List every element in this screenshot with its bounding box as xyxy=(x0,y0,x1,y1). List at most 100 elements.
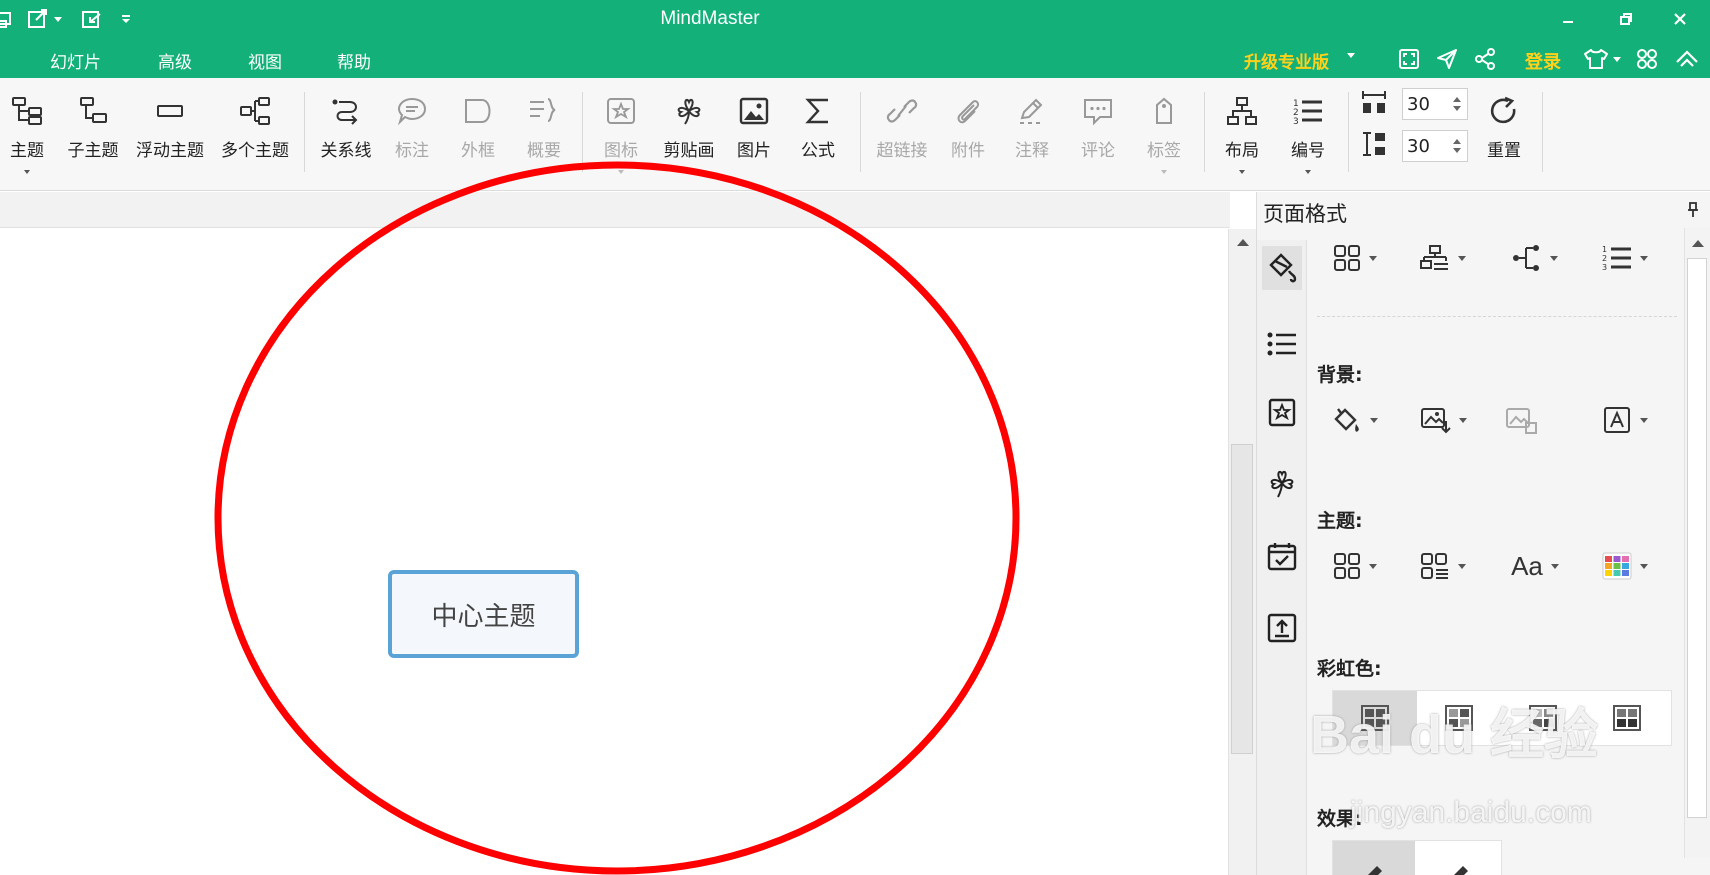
chevron-down-icon xyxy=(1161,170,1167,174)
multiple-topics-button[interactable]: 多个主题 xyxy=(214,86,296,182)
svg-text:3: 3 xyxy=(1293,117,1299,126)
scroll-up-icon[interactable] xyxy=(1237,239,1249,246)
chevron-down-icon xyxy=(1305,170,1311,174)
page-format-tab-icon[interactable] xyxy=(1262,246,1302,290)
horizontal-spacing-spinner[interactable] xyxy=(1402,88,1468,120)
note-button[interactable]: 注释 xyxy=(1002,86,1062,182)
mark-button[interactable]: 图标 xyxy=(590,86,652,182)
task-tab-icon[interactable] xyxy=(1262,534,1302,578)
reset-button[interactable]: 重置 xyxy=(1474,86,1534,182)
rainbow-option-1[interactable] xyxy=(1333,691,1417,745)
share-network-icon[interactable] xyxy=(1472,47,1498,71)
color-theme-button[interactable] xyxy=(1595,546,1655,586)
theme-list-icon xyxy=(1421,553,1448,579)
outline-list-tab-icon[interactable] xyxy=(1262,322,1302,366)
theme-shirt-icon[interactable] xyxy=(1582,47,1622,71)
close-icon[interactable] xyxy=(1660,5,1700,33)
numbering-button[interactable]: 123 编号 xyxy=(1278,86,1338,182)
effect-option-2[interactable] xyxy=(1419,841,1501,875)
canvas-vertical-scrollbar[interactable] xyxy=(1228,229,1256,875)
menu-slides[interactable]: 幻灯片 xyxy=(50,48,101,73)
spin-down-icon[interactable] xyxy=(1453,148,1461,153)
floating-topic-icon xyxy=(153,94,187,128)
remove-background-image-button[interactable] xyxy=(1491,400,1551,440)
font-button[interactable]: Aa xyxy=(1505,546,1565,586)
rainbow-option-3[interactable] xyxy=(1501,691,1585,745)
ribbon-separator xyxy=(1348,92,1349,172)
sigma-icon xyxy=(801,94,835,128)
clipart-button[interactable]: 剪贴画 xyxy=(656,86,722,182)
rainbow-color-options xyxy=(1332,690,1672,746)
menu-view[interactable]: 视图 xyxy=(248,48,282,73)
boundary-icon xyxy=(461,94,495,128)
spin-down-icon[interactable] xyxy=(1453,106,1461,111)
layout-grid-button[interactable] xyxy=(1325,238,1385,278)
menu-bar: 幻灯片 高级 视图 帮助 升级专业版 登录 xyxy=(0,38,1710,78)
theme-button[interactable] xyxy=(1325,546,1385,586)
central-topic[interactable]: 中心主题 xyxy=(388,570,579,658)
attachment-button[interactable]: 附件 xyxy=(938,86,998,182)
apps-icon[interactable] xyxy=(1634,47,1660,71)
watermark-button[interactable] xyxy=(1595,400,1655,440)
fullscreen-icon[interactable] xyxy=(1396,47,1422,71)
ribbon-separator xyxy=(860,92,861,172)
background-image-button[interactable] xyxy=(1413,400,1473,440)
theme-grid-icon xyxy=(1334,553,1360,579)
tag-button[interactable]: 标签 xyxy=(1134,86,1194,182)
spin-up-icon[interactable] xyxy=(1453,139,1461,144)
mark-tab-icon[interactable] xyxy=(1262,390,1302,434)
svg-text:2: 2 xyxy=(1602,254,1607,263)
vertical-spacing-input[interactable] xyxy=(1407,135,1447,157)
mindmap-canvas[interactable] xyxy=(0,229,1228,875)
boundary-button[interactable]: 外框 xyxy=(448,86,508,182)
collapse-ribbon-icon[interactable] xyxy=(1674,47,1700,71)
hyperlink-button[interactable]: 超链接 xyxy=(866,86,938,182)
clipart-tab-icon[interactable] xyxy=(1262,462,1302,506)
numbered-list-icon: 123 xyxy=(1291,94,1325,128)
callout-button[interactable]: 标注 xyxy=(382,86,442,182)
scroll-up-icon[interactable] xyxy=(1692,240,1704,247)
spin-up-icon[interactable] xyxy=(1453,97,1461,102)
reset-icon xyxy=(1487,94,1521,128)
vertical-spacing-spinner[interactable] xyxy=(1402,130,1468,162)
relationship-button[interactable]: 关系线 xyxy=(312,86,380,182)
topic-button[interactable]: 主题 xyxy=(0,86,54,182)
login-link[interactable]: 登录 xyxy=(1525,48,1561,74)
chevron-down-icon[interactable] xyxy=(1347,53,1355,58)
theme-style-button[interactable] xyxy=(1413,546,1473,586)
multiple-topics-icon xyxy=(238,94,272,128)
minimize-icon[interactable] xyxy=(1548,5,1588,33)
menu-help[interactable]: 帮助 xyxy=(337,48,371,73)
comment-button[interactable]: 评论 xyxy=(1068,86,1128,182)
restore-icon[interactable] xyxy=(1606,5,1646,33)
scrollbar-thumb[interactable] xyxy=(1687,258,1707,818)
summary-button[interactable]: 概要 xyxy=(514,86,574,182)
background-fill-button[interactable] xyxy=(1325,400,1385,440)
connector-style-button[interactable] xyxy=(1505,238,1565,278)
send-icon[interactable] xyxy=(1434,47,1460,71)
effect-option-1[interactable] xyxy=(1333,841,1415,875)
pin-icon[interactable] xyxy=(1686,202,1700,222)
floating-topic-button[interactable]: 浮动主题 xyxy=(130,86,210,182)
panel-vertical-scrollbar[interactable] xyxy=(1684,228,1710,858)
subtopic-button[interactable]: 子主题 xyxy=(62,86,124,182)
star-badge-icon xyxy=(604,94,638,128)
rainbow-option-2[interactable] xyxy=(1417,691,1501,745)
svg-text:3: 3 xyxy=(1602,263,1607,272)
horizontal-spacing-input[interactable] xyxy=(1407,93,1447,115)
scrollbar-thumb[interactable] xyxy=(1231,444,1253,754)
rainbow-option-4[interactable] xyxy=(1585,691,1669,745)
menu-advanced[interactable]: 高级 xyxy=(158,48,192,73)
document-tab-strip xyxy=(0,192,1230,228)
ribbon-toolbar: 主题 子主题 浮动主题 多个主题 关系线 标注 外框 概要 图标 剪贴画 图片 … xyxy=(0,78,1710,191)
numbering-style-button[interactable]: 123 xyxy=(1595,238,1655,278)
layout-button[interactable]: 布局 xyxy=(1212,86,1272,182)
tag-icon xyxy=(1147,94,1181,128)
picture-button[interactable]: 图片 xyxy=(726,86,782,182)
upgrade-pro-link[interactable]: 升级专业版 xyxy=(1244,48,1329,73)
structure-button[interactable] xyxy=(1413,238,1473,278)
ribbon-separator xyxy=(304,92,305,172)
export-tab-icon[interactable] xyxy=(1262,606,1302,650)
formula-button[interactable]: 公式 xyxy=(790,86,846,182)
pen-icon xyxy=(1015,94,1049,128)
